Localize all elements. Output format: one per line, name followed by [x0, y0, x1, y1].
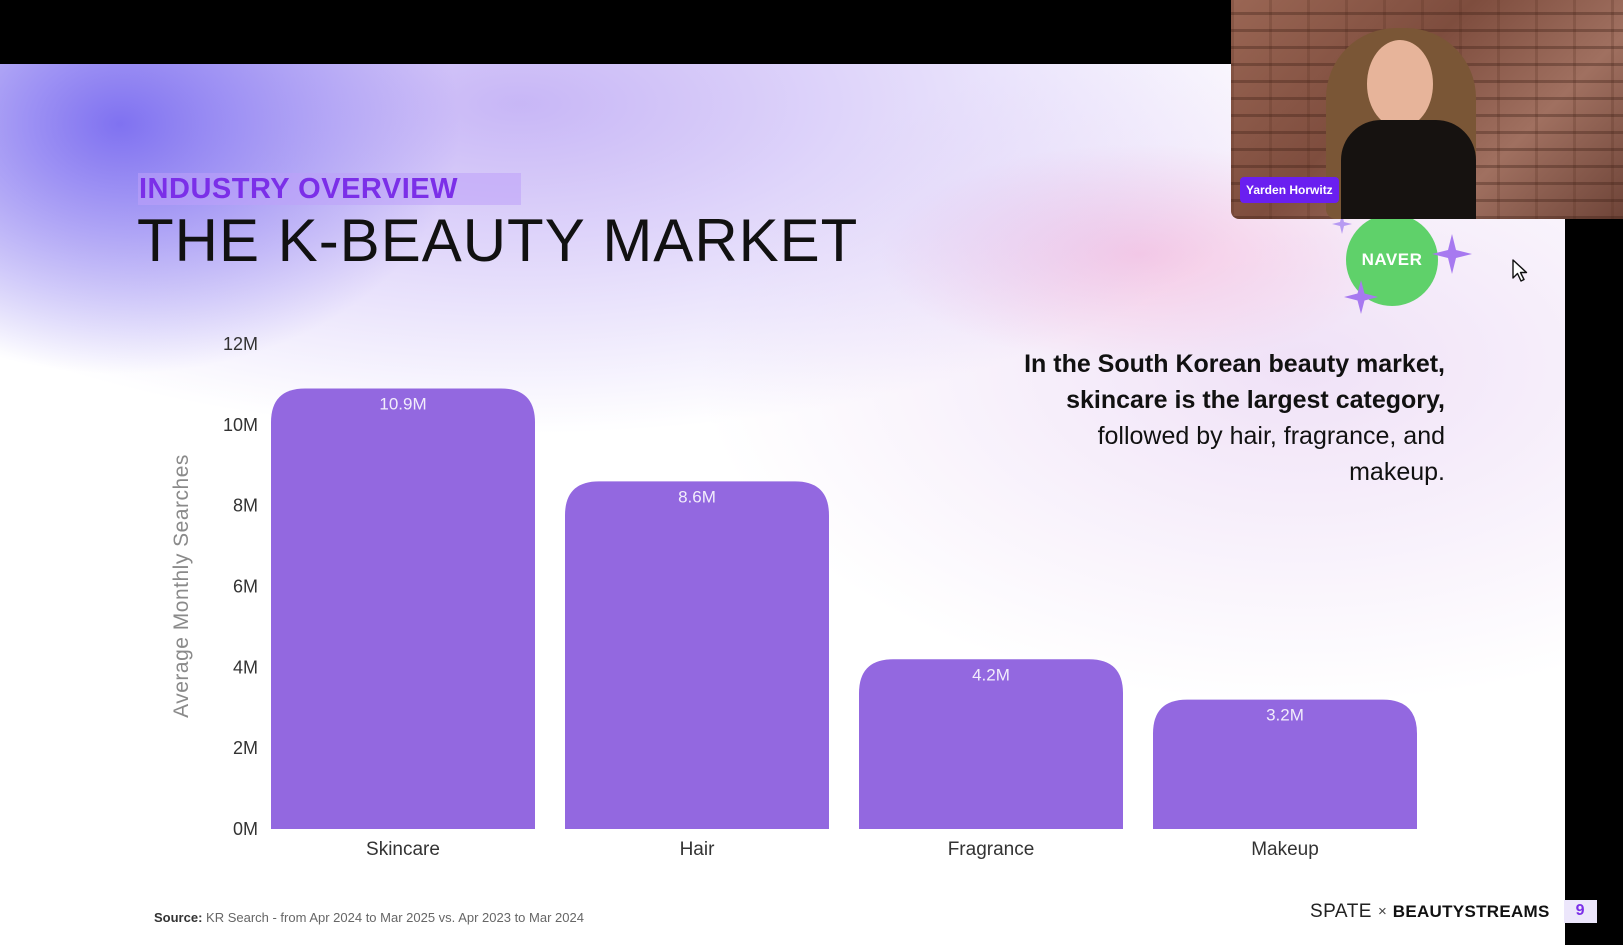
bar-hair	[565, 481, 829, 829]
brand-spate: SPATE	[1310, 900, 1372, 922]
y-tick-label: 4M	[233, 657, 258, 677]
brand-separator: ×	[1377, 903, 1387, 920]
brand-footer: SPATE × BEAUTYSTREAMS 9	[1310, 900, 1597, 923]
speaker-name-tag: Yarden Horwitz	[1240, 177, 1339, 203]
source-text: KR Search - from Apr 2024 to Mar 2025 vs…	[202, 910, 584, 925]
data-label: 10.9M	[379, 394, 426, 413]
source-label: Source:	[154, 910, 203, 925]
y-tick-label: 6M	[233, 577, 258, 597]
data-label: 4.2M	[972, 665, 1010, 684]
sparkle-icon	[1344, 280, 1378, 314]
brand-beautystreams: BEAUTYSTREAMS	[1392, 901, 1550, 921]
data-label: 3.2M	[1266, 706, 1304, 725]
x-category-label: Hair	[680, 839, 716, 860]
naver-badge-label: NAVER	[1361, 250, 1423, 269]
speaker-body	[1341, 120, 1476, 219]
y-tick-label: 2M	[233, 738, 258, 758]
x-category-label: Fragrance	[948, 839, 1035, 860]
callout-regular: followed by hair, fragrance, and makeup.	[1097, 422, 1445, 486]
callout-text: In the South Korean beauty market, skinc…	[1005, 346, 1445, 490]
y-axis-label: Average Monthly Searches	[170, 454, 193, 718]
bar-skincare	[271, 388, 535, 829]
y-tick-label: 10M	[223, 415, 258, 435]
x-category-label: Skincare	[366, 839, 440, 860]
data-label: 8.6M	[678, 487, 716, 506]
mouse-cursor-icon	[1512, 259, 1528, 282]
bar-fragrance	[859, 659, 1123, 829]
callout-bold: In the South Korean beauty market, skinc…	[1024, 350, 1445, 414]
source-note: Source: KR Search - from Apr 2024 to Mar…	[154, 910, 584, 925]
y-tick-label: 12M	[223, 334, 258, 354]
x-category-label: Makeup	[1251, 839, 1319, 860]
page-number: 9	[1563, 900, 1597, 923]
sparkle-icon	[1432, 234, 1472, 274]
y-tick-label: 0M	[233, 819, 258, 839]
speaker-face	[1367, 40, 1433, 128]
y-tick-label: 8M	[233, 496, 258, 516]
webcam-video-tile[interactable]: Yarden Horwitz	[1231, 0, 1623, 219]
